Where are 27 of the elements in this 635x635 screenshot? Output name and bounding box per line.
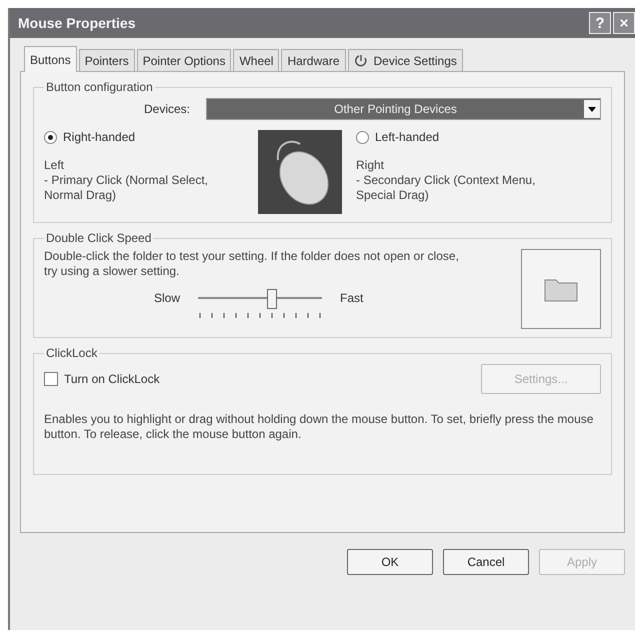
fast-label: Fast — [340, 291, 364, 305]
slider-thumb[interactable] — [267, 289, 278, 309]
cancel-button[interactable]: Cancel — [443, 549, 529, 575]
button-description: - Primary Click (Normal Select, Normal Drag) — [44, 173, 210, 203]
tab[interactable]: Pointers — [78, 49, 135, 71]
window-title: Mouse Properties — [18, 15, 136, 31]
ok-button[interactable]: OK — [347, 549, 433, 575]
test-area[interactable] — [521, 249, 601, 329]
checkbox[interactable]: Turn on ClickLock — [44, 372, 160, 386]
slow-label: Slow — [154, 291, 180, 305]
radio-button[interactable]: Left-handed — [356, 130, 556, 144]
group-title: ClickLock — [45, 346, 98, 360]
button-description: - Secondary Click (Context Menu, Special Drag) — [356, 173, 536, 203]
button-heading: Right — [356, 158, 386, 173]
group-title: Double Click Speed — [45, 231, 152, 245]
tab[interactable]: Wheel — [233, 49, 280, 71]
radio-button[interactable]: Right-handed — [44, 130, 244, 144]
devices-dropdown[interactable]: Other Pointing Devices — [206, 98, 601, 120]
tab[interactable]: Device Settings — [348, 49, 463, 71]
devices-label: Devices: — [144, 102, 190, 116]
tab[interactable]: Pointer Options — [136, 49, 232, 71]
description-text: Double-click the folder to test your setting. If the folder does not open or close, try using a slower setting. — [44, 249, 459, 278]
tab[interactable]: Buttons — [24, 46, 77, 72]
group-title: Button configuration — [45, 80, 154, 94]
tab[interactable]: Hardware — [281, 49, 346, 71]
description-text: Enables you to highlight or drag without holding down the mouse button. To set, briefly press the mouse button. To release, click the mouse button again. — [44, 412, 594, 443]
button-heading: Left — [44, 158, 66, 173]
